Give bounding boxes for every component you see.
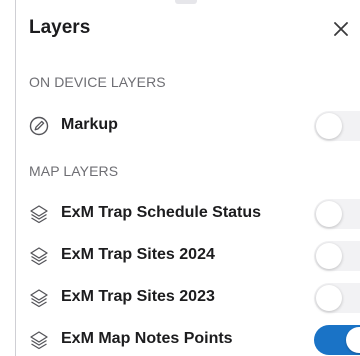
layers-panel: Layers ON DEVICE LAYERS Markup MAP LAYER… [0, 0, 360, 356]
panel-divider [15, 0, 16, 356]
close-button[interactable] [326, 14, 356, 44]
markup-icon [29, 116, 49, 136]
close-icon [334, 22, 348, 36]
layer-row-trap-sites-2024[interactable]: ExM Trap Sites 2024 [29, 238, 360, 274]
layer-toggle[interactable] [314, 241, 360, 271]
layer-label: ExM Trap Sites 2024 [61, 246, 215, 263]
layer-label: ExM Map Notes Points [61, 330, 233, 347]
layers-icon [30, 289, 48, 308]
layer-row-map-notes-points[interactable]: ExM Map Notes Points [29, 322, 360, 356]
layer-label: ExM Trap Sites 2023 [61, 288, 215, 305]
panel-title: Layers [29, 17, 91, 38]
layers-icon [30, 331, 48, 350]
layer-row-trap-sites-2023[interactable]: ExM Trap Sites 2023 [29, 280, 360, 316]
layer-row-markup[interactable]: Markup [29, 108, 360, 144]
toggle-knob [316, 201, 342, 227]
layer-toggle[interactable] [314, 199, 360, 229]
panel-header: Layers [29, 14, 360, 46]
toggle-knob [316, 243, 342, 269]
drag-handle[interactable] [175, 0, 197, 4]
layer-label: ExM Trap Schedule Status [61, 204, 262, 221]
section-header-map-layers: MAP LAYERS [29, 163, 119, 179]
layer-toggle-markup[interactable] [314, 111, 360, 141]
layer-toggle[interactable] [314, 283, 360, 313]
layer-row-trap-schedule-status[interactable]: ExM Trap Schedule Status [29, 196, 360, 232]
section-header-on-device: ON DEVICE LAYERS [29, 74, 166, 90]
layer-label: Markup [61, 116, 118, 133]
toggle-knob [346, 327, 360, 353]
layers-icon [30, 247, 48, 266]
toggle-knob [316, 113, 342, 139]
layer-toggle[interactable] [314, 325, 360, 355]
layers-icon [30, 205, 48, 224]
toggle-knob [316, 285, 342, 311]
